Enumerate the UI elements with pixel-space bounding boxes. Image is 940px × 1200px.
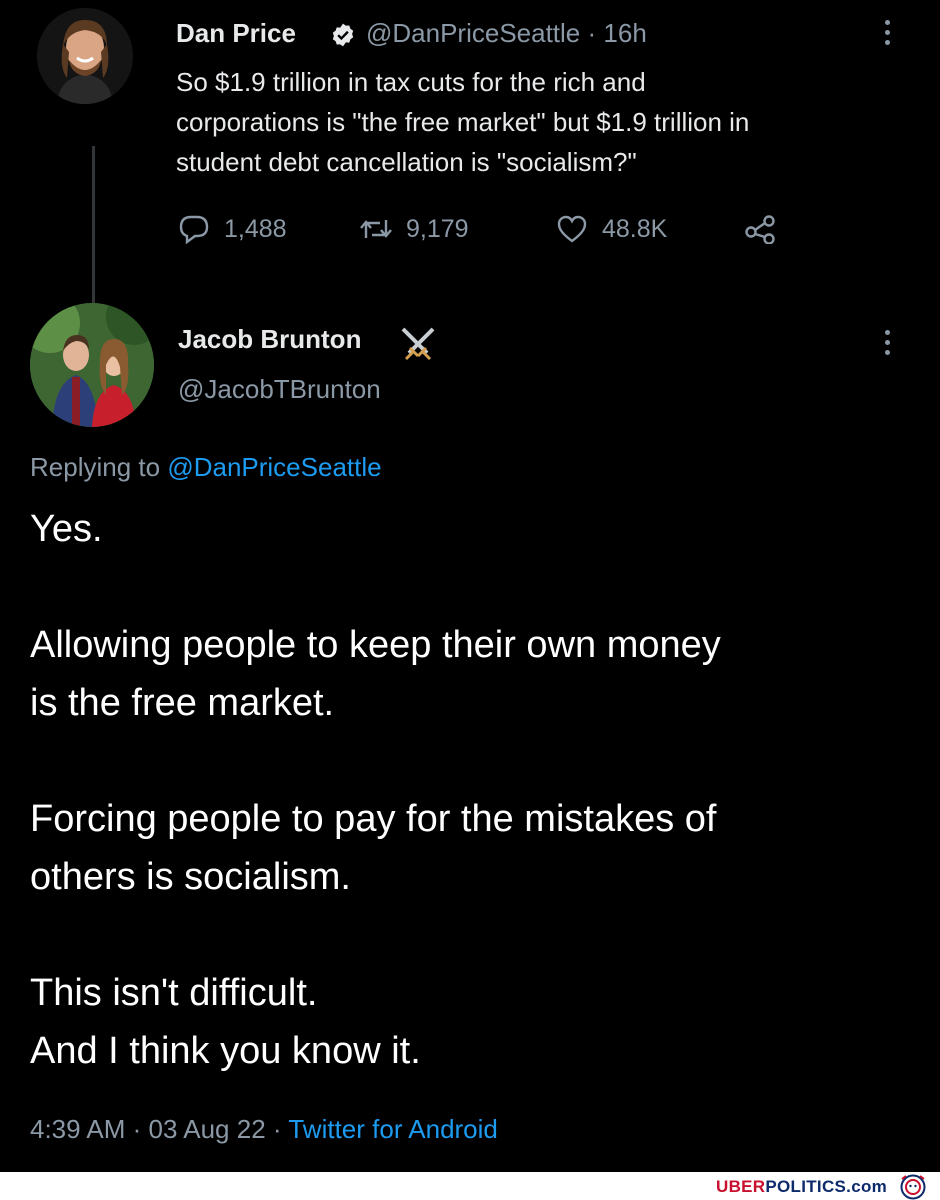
watermark-brand-uber: UBER [716, 1177, 766, 1196]
retweet-button[interactable]: 9,179 [360, 214, 469, 244]
reply-text-line: Forcing people to pay for the mistakes o… [30, 798, 717, 840]
like-icon [557, 215, 587, 243]
tweet-text-line: student debt cancellation is "socialism?… [176, 147, 637, 177]
reply-author-handle[interactable]: @JacobTBrunton [178, 374, 381, 405]
tweet-author-name[interactable]: Dan Price [176, 18, 296, 49]
like-count: 48.8K [602, 214, 668, 243]
watermark-logo-icon [900, 1174, 926, 1200]
tweet-text-line: So $1.9 trillion in tax cuts for the ric… [176, 67, 646, 97]
replying-to-mention[interactable]: @DanPriceSeattle [167, 452, 381, 482]
more-options-icon[interactable] [882, 20, 894, 50]
more-options-icon[interactable] [882, 330, 894, 360]
tweet-text: So $1.9 trillion in tax cuts for the ric… [176, 62, 916, 182]
separator-dot: · [587, 18, 597, 48]
thread-connector-line [92, 146, 95, 316]
reply-count: 1,488 [224, 214, 287, 243]
retweet-icon [360, 220, 392, 238]
reply-metadata: 4:39 AM · 03 Aug 22 · Twitter for Androi… [30, 1114, 498, 1145]
verified-badge-icon [332, 23, 354, 47]
watermark-brand-politics: POLITICS [765, 1177, 847, 1196]
share-icon[interactable] [744, 214, 778, 244]
watermark-text: UBERPOLITICS.com [716, 1177, 887, 1197]
reply-text-line: This isn't difficult. [30, 972, 318, 1014]
reply-time[interactable]: 4:39 AM [30, 1114, 125, 1144]
reply-text-line: is the free market. [30, 682, 335, 724]
jacob-brunton-avatar[interactable] [30, 303, 154, 427]
reply-text-line: And I think you know it. [30, 1030, 421, 1072]
retweet-count: 9,179 [406, 214, 469, 243]
separator-dot: · [272, 1114, 282, 1144]
tweet-author-handle[interactable]: @DanPriceSeattle [366, 18, 580, 48]
separator-dot: · [132, 1114, 142, 1144]
tweet-author-handle-and-time: @DanPriceSeattle · 16h [366, 18, 647, 49]
reply-source[interactable]: Twitter for Android [288, 1114, 498, 1144]
crossed-swords-icon [401, 327, 435, 361]
tweet-text-line: corporations is "the free market" but $1… [176, 107, 750, 137]
replying-to: Replying to @DanPriceSeattle [30, 452, 382, 483]
reply-text-line: Allowing people to keep their own money [30, 624, 721, 666]
reply-author-name[interactable]: Jacob Brunton [178, 324, 361, 355]
replying-prefix: Replying to [30, 452, 161, 482]
tweet-time[interactable]: 16h [603, 18, 646, 48]
reply-text-line: others is socialism. [30, 856, 351, 898]
reply-text-line: Yes. [30, 508, 103, 550]
like-button[interactable]: 48.8K [556, 214, 667, 244]
watermark-brand-suffix: .com [846, 1177, 888, 1196]
reply-date[interactable]: 03 Aug 22 [149, 1114, 266, 1144]
reply-button[interactable]: 1,488 [178, 214, 287, 244]
reply-icon [179, 215, 209, 244]
reply-text: Yes. Allowing people to keep their own m… [30, 500, 910, 1080]
dan-price-avatar[interactable] [37, 8, 133, 104]
